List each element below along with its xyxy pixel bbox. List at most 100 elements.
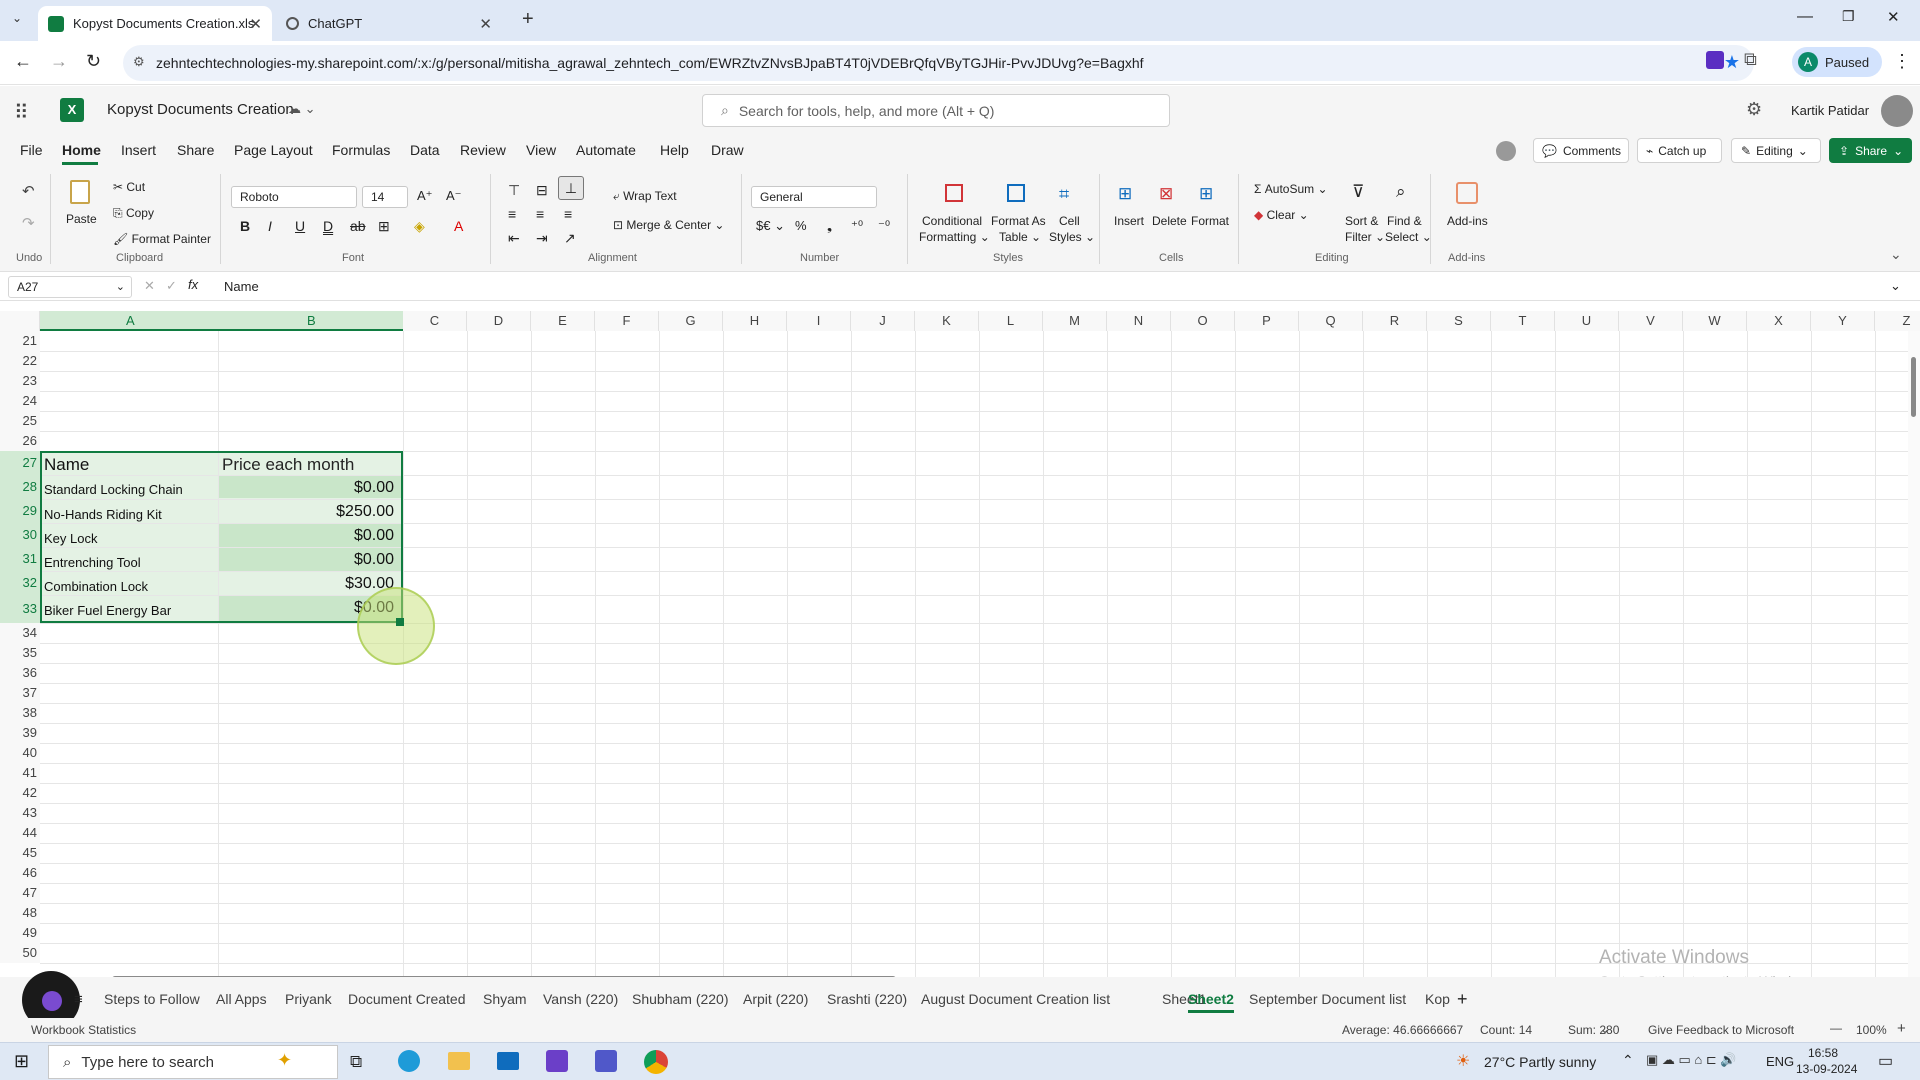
row-header-45[interactable]: 45 [0,843,40,863]
tab-draw[interactable]: Draw [711,142,744,158]
format-cells-icon[interactable]: ⊞ [1199,184,1213,204]
row-header-33[interactable]: 33 [0,595,40,623]
row-header-39[interactable]: 39 [0,723,40,743]
row-header-41[interactable]: 41 [0,763,40,783]
spreadsheet-grid[interactable]: CDEFGHIJKLMNOPQRSTUVWXYZ 21 22 23 24 25 26 27 2… [0,311,1920,989]
chevron-down-icon[interactable]: ⌄ [1600,1022,1610,1036]
sheet-tab[interactable]: All Apps [216,991,267,1007]
orientation-icon[interactable]: ↗ [564,230,576,247]
share-button[interactable]: ⇪ Share ⌄ [1829,138,1912,163]
chrome-icon[interactable] [644,1050,668,1074]
col-header-W[interactable]: W [1683,311,1747,331]
conditional-formatting-icon[interactable] [945,184,963,202]
close-tab-icon[interactable]: ✕ [479,15,492,33]
collapse-ribbon-icon[interactable]: ⌄ [1890,246,1902,263]
font-name-dropdown[interactable]: Roboto [231,186,357,208]
decrease-font-icon[interactable]: A⁻ [446,188,462,204]
insert-cells-icon[interactable]: ⊞ [1118,184,1132,204]
insert-cells-button[interactable]: Insert [1114,214,1144,228]
cell-A30[interactable]: Key Lock [44,531,97,546]
undo-icon[interactable]: ↶ [22,182,35,200]
notifications-icon[interactable]: ▭ [1878,1051,1893,1071]
restore-icon[interactable]: ❐ [1842,8,1855,25]
cell-A33[interactable]: Biker Fuel Energy Bar [44,603,171,618]
strikethrough-icon[interactable]: ab [350,218,366,234]
col-header-L[interactable]: L [979,311,1043,331]
row-header-37[interactable]: 37 [0,683,40,703]
currency-icon[interactable]: $€ ⌄ [756,218,785,234]
col-header-G[interactable]: G [659,311,723,331]
minimize-icon[interactable]: — [1797,8,1813,26]
comments-button[interactable]: 💬 Comments [1533,138,1629,163]
reload-icon[interactable]: ↻ [86,51,101,72]
conditional-formatting-button[interactable]: Conditional [922,214,982,228]
align-left-icon[interactable]: ≡ [508,206,516,222]
cell-A31[interactable]: Entrenching Tool [44,555,141,570]
fill-color-icon[interactable]: ◈ [414,218,425,235]
cell-A32[interactable]: Combination Lock [44,579,148,594]
search-box[interactable]: ⌕ Search for tools, help, and more (Alt … [702,94,1170,127]
cell-A27[interactable]: Name [44,455,89,475]
row-header-24[interactable]: 24 [0,391,40,411]
zoom-level[interactable]: 100% [1856,1023,1887,1037]
catch-up-button[interactable]: ⌁ Catch up [1637,138,1722,163]
tab-automate[interactable]: Automate [576,142,636,158]
bookmark-star-icon[interactable]: ★ [1724,52,1740,73]
windows-start-icon[interactable]: ⊞ [14,1051,29,1072]
align-top-icon[interactable]: ⊤ [508,182,520,199]
redo-icon[interactable]: ↷ [22,214,35,232]
delete-cells-button[interactable]: Delete [1152,214,1187,228]
sort-filter-icon[interactable]: ⊽ [1352,182,1364,202]
confirm-entry-icon[interactable]: ✓ [166,278,177,294]
font-color-icon[interactable]: A [454,218,463,234]
cell-B32[interactable]: $30.00 [218,575,400,593]
add-sheet-icon[interactable]: + [1457,989,1468,1010]
tab-data[interactable]: Data [410,142,440,158]
sheet-tab[interactable]: Kop [1425,991,1450,1007]
task-view-icon[interactable]: ⧉ [350,1052,362,1072]
col-header-F[interactable]: F [595,311,659,331]
format-as-table-button[interactable]: Format As [991,214,1046,228]
user-avatar[interactable] [1881,95,1913,127]
sheet-tab[interactable]: Document Created [348,991,466,1007]
cell-B28[interactable]: $0.00 [218,479,400,497]
increase-indent-icon[interactable]: ⇥ [536,230,548,247]
browser-tab-excel[interactable]: Kopyst Documents Creation.xls ✕ [38,6,272,41]
col-header-E[interactable]: E [531,311,595,331]
row-header-44[interactable]: 44 [0,823,40,843]
taskbar-search[interactable]: ⌕ Type here to search ✦ [48,1045,338,1079]
row-header-43[interactable]: 43 [0,803,40,823]
col-header-A[interactable]: A [126,313,135,328]
puzzle-icon[interactable]: ⧉ [1744,49,1757,70]
merge-center-button[interactable]: ⊡ Merge & Center ⌄ [613,218,724,232]
new-tab-icon[interactable]: + [522,8,534,31]
col-header-T[interactable]: T [1491,311,1555,331]
row-header-25[interactable]: 25 [0,411,40,431]
cut-button[interactable]: ✂ Cut [113,180,145,194]
add-ins-button[interactable]: Add-ins [1447,214,1488,228]
row-header-40[interactable]: 40 [0,743,40,763]
workbook-statistics[interactable]: Workbook Statistics [31,1023,136,1037]
extension-icon[interactable] [1706,51,1724,69]
col-header-H[interactable]: H [723,311,787,331]
delete-cells-icon[interactable]: ⊠ [1159,184,1173,204]
number-format-dropdown[interactable]: General [751,186,877,208]
row-header-29[interactable]: 29 [0,499,40,523]
col-header-X[interactable]: X [1747,311,1811,331]
sort-filter-button[interactable]: Sort & [1345,214,1378,228]
app-launcher-icon[interactable]: ⠿ [14,100,29,125]
percent-icon[interactable]: % [795,218,807,233]
sheet-tab[interactable]: August Document Creation list [921,991,1110,1007]
col-header-M[interactable]: M [1043,311,1107,331]
show-hidden-icons-icon[interactable]: ⌃ [1622,1052,1634,1069]
select-all-corner[interactable] [0,311,40,331]
align-right-icon[interactable]: ≡ [564,206,572,222]
cell-A28[interactable]: Standard Locking Chain [44,482,183,497]
borders-icon[interactable]: ⊞ [378,218,390,235]
fill-handle[interactable] [396,618,404,626]
col-header-U[interactable]: U [1555,311,1619,331]
profile-button[interactable]: A Paused [1792,47,1882,77]
row-header-50[interactable]: 50 [0,943,40,963]
language-indicator[interactable]: ENG [1766,1054,1794,1069]
cell-B29[interactable]: $250.00 [218,503,400,521]
